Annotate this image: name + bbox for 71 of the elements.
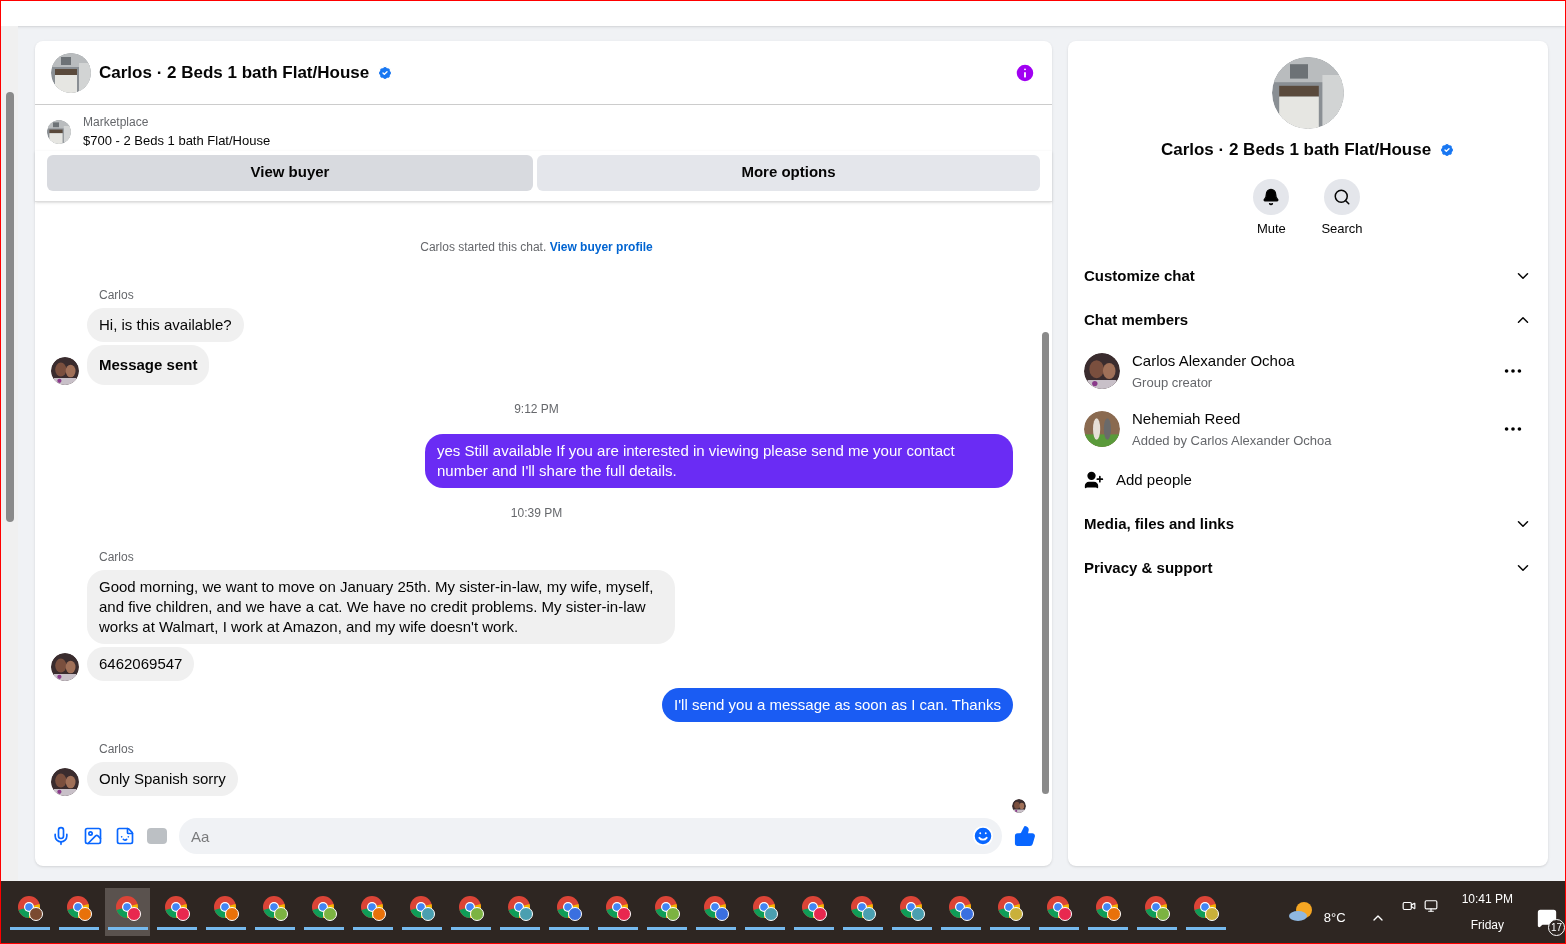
browser-icon [800, 894, 827, 921]
timestamp: 10:39 PM [510, 504, 563, 522]
info-icon[interactable] [1014, 61, 1036, 84]
member-name: Nehemiah Reed [1132, 409, 1242, 429]
browser-icon [408, 894, 435, 921]
browser-icon [653, 894, 680, 921]
member-role: Group creator [1132, 373, 1214, 392]
member-role: Added by Carlos Alexander Ochoa [1132, 431, 1333, 450]
incoming-message: Only Spanish sorry [87, 761, 238, 796]
incoming-message: Message sent [87, 344, 210, 385]
like-icon[interactable] [1014, 825, 1036, 847]
sender-name: Carlos [99, 549, 134, 564]
microphone-icon[interactable] [51, 826, 71, 846]
timestamp: 9:12 PM [514, 400, 559, 418]
emoji-icon[interactable] [972, 825, 994, 847]
browser-icon [1192, 894, 1219, 921]
sticker-icon[interactable] [115, 826, 135, 846]
search-icon [1333, 187, 1351, 206]
browser-icon [751, 894, 778, 921]
browser-icon [359, 894, 386, 921]
browser-icon [1045, 894, 1072, 921]
clock-day: Friday [1470, 916, 1504, 934]
browser-icon [163, 894, 190, 921]
add-person-icon [1084, 470, 1104, 490]
section-header[interactable]: Customize chat [1084, 254, 1532, 298]
notification-count: 17 [1547, 919, 1565, 936]
outgoing-message: yes Still available If you are interested in viewing please send me your contact number and I'll share the full details. [425, 433, 1013, 488]
chat-start-notice: Carlos started this chat. View buyer profile [420, 238, 653, 256]
browser-icon [898, 894, 925, 921]
member-name: Carlos Alexander Ochoa [1132, 351, 1296, 371]
section-header[interactable]: Chat members [1084, 298, 1532, 342]
browser-icon [849, 894, 876, 921]
browser-icon [261, 894, 288, 921]
browser-icon [604, 894, 631, 921]
network-icon [1423, 899, 1438, 913]
incoming-message: 6462069547 [87, 646, 195, 681]
view-buyer-profile-link[interactable]: View buyer profile [549, 239, 653, 254]
outgoing-message: I'll send you a message as soon as I can. Thanks [662, 687, 1013, 722]
photo-icon[interactable] [83, 826, 103, 846]
incoming-message: Hi, is this available? [87, 307, 244, 342]
details-title: Carlos · 2 Beds 1 bath Flat/House [1160, 139, 1432, 161]
listing-name: $700 - 2 Beds 1 bath Flat/House [83, 132, 271, 150]
chat-title: Carlos · 2 Beds 1 bath Flat/House [99, 61, 370, 84]
browser-icon [947, 894, 974, 921]
browser-icon [1094, 894, 1121, 921]
browser-icon [1143, 894, 1170, 921]
listing-source: Marketplace [83, 114, 150, 131]
incoming-message: Good morning, we want to move on January 25th. My sister-in-law, my wife, myself, and five children, and we have a cat. We have no credit problems. My sister-in-law works at Walmart, I work at Amazon, and my wife doesn't work. [87, 569, 675, 644]
section-header[interactable]: Media, files and links [1084, 502, 1532, 546]
sender-name: Carlos [99, 287, 134, 302]
add-people-button[interactable]: Add people [1084, 458, 1532, 502]
browser-icon [555, 894, 582, 921]
bell-icon [1262, 187, 1281, 206]
section-header[interactable]: Privacy & support [1084, 546, 1532, 590]
browser-icon [65, 894, 92, 921]
temperature: 8°C [1323, 909, 1346, 928]
sender-name: Carlos [99, 741, 134, 756]
camera-icon [1401, 899, 1416, 913]
browser-icon [212, 894, 239, 921]
browser-icon [16, 894, 43, 921]
message-field[interactable]: Aa [179, 818, 1002, 854]
browser-icon [310, 894, 337, 921]
browser-icon [702, 894, 729, 921]
taskbar-app[interactable] [105, 888, 150, 936]
browser-icon [457, 894, 484, 921]
listing-action-button[interactable]: View buyer [47, 154, 533, 191]
browser-icon [506, 894, 533, 921]
browser-icon [114, 894, 141, 921]
listing-action-button[interactable]: More options [537, 154, 1040, 191]
browser-icon [996, 894, 1023, 921]
clock-time: 10:41 PM [1461, 891, 1513, 908]
